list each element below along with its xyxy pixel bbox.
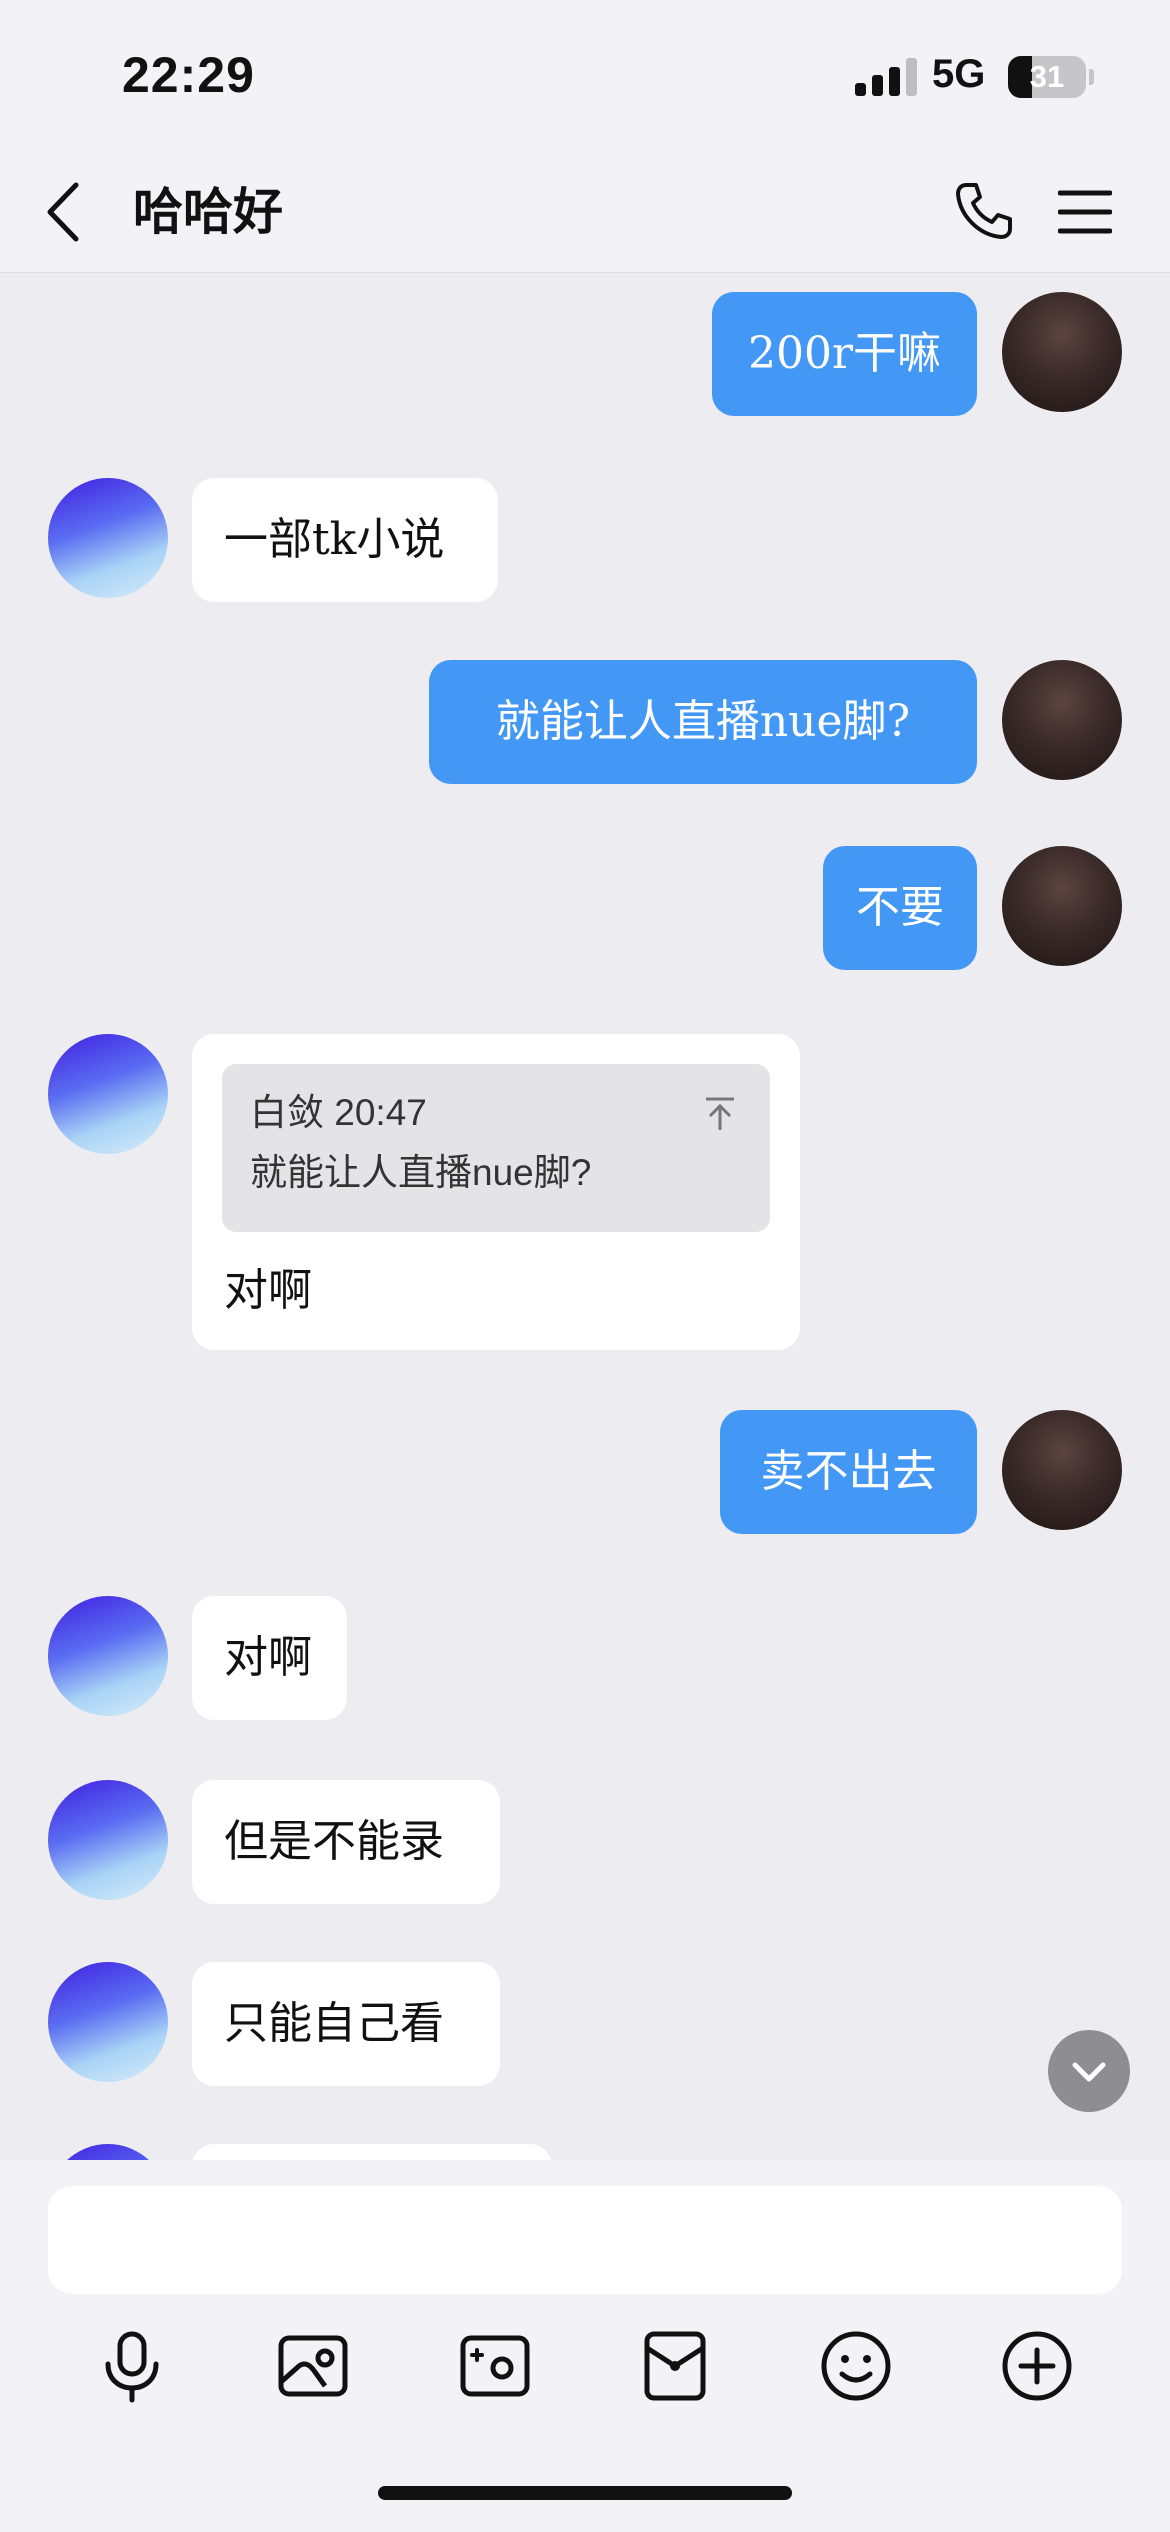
composer-area (0, 2160, 1170, 2532)
home-indicator[interactable] (378, 2486, 792, 2500)
message-text: 就能让人直播nue脚? (495, 696, 911, 747)
message-text: 但是不能录 (224, 1816, 444, 1867)
red-packet-icon[interactable] (635, 2326, 715, 2406)
my-avatar[interactable] (1002, 1410, 1122, 1530)
message-bubble-sent[interactable]: 卖不出去 (720, 1410, 977, 1534)
chevron-down-icon (1072, 2062, 1106, 2082)
message-list[interactable]: 200r干嘛 一部tk小说 就能让人直播nue脚? 不要 白敛 20:47 就能… (0, 272, 1170, 2160)
message-bubble-received[interactable]: 但是不能录 (192, 1780, 500, 1904)
status-bar: 22:29 5G 31 (0, 0, 1170, 155)
my-avatar[interactable] (1002, 660, 1122, 780)
message-bubble-received[interactable]: 白敛 20:47 就能让人直播nue脚? 对啊 (192, 1034, 800, 1350)
quote-text: 就能让人直播nue脚? (250, 1152, 592, 1193)
message-text: 一部tk小说 (224, 514, 445, 565)
quoted-message[interactable]: 白敛 20:47 就能让人直播nue脚? (222, 1064, 770, 1232)
battery-percent: 31 (1029, 59, 1065, 94)
microphone-icon[interactable] (92, 2326, 172, 2406)
back-arrow-icon[interactable] (40, 177, 90, 247)
contact-avatar[interactable] (48, 2144, 168, 2160)
my-avatar[interactable] (1002, 846, 1122, 966)
message-text: 不要 (856, 882, 944, 933)
contact-avatar[interactable] (48, 1034, 168, 1154)
message-input[interactable] (48, 2186, 1122, 2294)
message-bubble-received[interactable]: 对啊 (192, 1596, 347, 1720)
contact-avatar[interactable] (48, 1596, 168, 1716)
message-bubble-sent[interactable]: 不要 (823, 846, 977, 970)
chat-header: 哈哈好 (0, 155, 1170, 273)
contact-avatar[interactable] (48, 1780, 168, 1900)
message-bubble-received[interactable]: 一部tk小说 (192, 478, 498, 602)
phone-call-icon[interactable] (952, 179, 1016, 243)
message-text: 只能自己看 (224, 1998, 444, 2049)
signal-icon (855, 58, 919, 96)
message-bubble-received[interactable]: 只能自己看 (192, 1962, 500, 2086)
message-bubble-received[interactable] (192, 2144, 552, 2160)
menu-icon[interactable] (1058, 185, 1112, 239)
message-text: 对啊 (224, 1632, 312, 1683)
image-icon[interactable] (273, 2326, 353, 2406)
message-bubble-sent[interactable]: 就能让人直播nue脚? (429, 660, 977, 784)
status-time: 22:29 (122, 47, 255, 103)
message-bubble-sent[interactable]: 200r干嘛 (712, 292, 977, 416)
battery-tip (1089, 69, 1094, 85)
plus-icon[interactable] (997, 2326, 1077, 2406)
message-text: 卖不出去 (760, 1446, 937, 1497)
message-text: 200r干嘛 (747, 328, 941, 379)
quote-sender-time: 白敛 20:47 (250, 1092, 427, 1133)
battery-icon: 31 (1008, 56, 1086, 98)
jump-to-top-icon[interactable] (700, 1094, 740, 1134)
emoji-icon[interactable] (816, 2326, 896, 2406)
message-text: 对啊 (224, 1265, 312, 1316)
camera-icon[interactable] (455, 2326, 535, 2406)
scroll-to-bottom-button[interactable] (1048, 2030, 1130, 2112)
contact-avatar[interactable] (48, 1962, 168, 2082)
my-avatar[interactable] (1002, 292, 1122, 412)
network-type: 5G (932, 52, 986, 96)
contact-avatar[interactable] (48, 478, 168, 598)
chat-title: 哈哈好 (133, 183, 283, 241)
